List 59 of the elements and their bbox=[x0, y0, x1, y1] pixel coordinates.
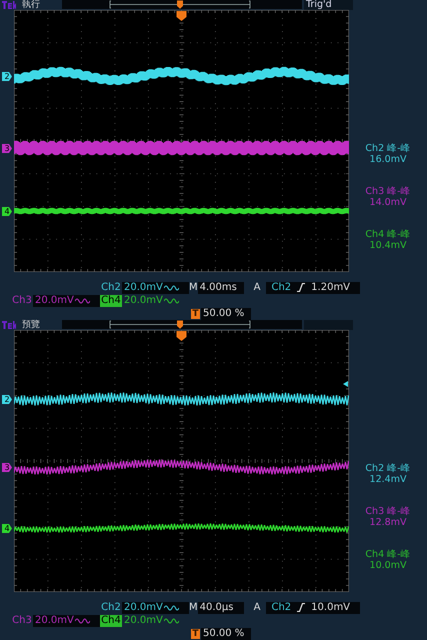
measurement-label: Ch4 峰-峰 bbox=[365, 229, 411, 240]
channel-label[interactable]: Ch4 bbox=[100, 294, 122, 306]
trigger-icon: T bbox=[191, 308, 200, 318]
trigger-marker-icon bbox=[176, 11, 186, 21]
wave-icon bbox=[164, 604, 179, 611]
channel-label[interactable]: Ch4 bbox=[100, 614, 122, 626]
rising-edge-icon bbox=[297, 603, 306, 612]
trigger-marker-icon bbox=[176, 331, 186, 341]
measurement-label: Ch2 峰-峰 bbox=[365, 463, 411, 474]
channel-label[interactable]: Ch2 bbox=[100, 282, 122, 294]
measurement-label: Ch2 峰-峰 bbox=[365, 143, 411, 154]
trigger-position: 50.00 % bbox=[203, 628, 244, 640]
logo-icon bbox=[2, 0, 16, 9]
measurement-label: Ch3 峰-峰 bbox=[365, 506, 411, 517]
timebase-label: M bbox=[189, 282, 198, 294]
trigger-status-box bbox=[304, 320, 353, 330]
vertical-scale: 20.0mV bbox=[124, 282, 163, 294]
vertical-scale: 20.0mV bbox=[124, 602, 163, 614]
channel-marker[interactable]: 3 bbox=[2, 463, 12, 472]
measurement-value: 10.4mV bbox=[368, 240, 408, 251]
vertical-scale: 20.0mV bbox=[124, 294, 163, 306]
timebase-value: 40.0µs bbox=[200, 602, 234, 614]
measurement-label: Ch3 峰-峰 bbox=[365, 186, 411, 197]
vertical-scale: 20.0mV bbox=[35, 614, 74, 626]
measurement-label: Ch4 峰-峰 bbox=[365, 549, 411, 560]
wave-icon bbox=[74, 297, 90, 304]
trigger-status: Trig'd bbox=[304, 0, 353, 10]
channel-label[interactable]: Ch2 bbox=[100, 602, 122, 614]
timebase-value: 4.00ms bbox=[200, 282, 237, 294]
wave-icon bbox=[164, 617, 179, 624]
measurement-value: 10.0mV bbox=[368, 560, 408, 571]
channel-marker[interactable]: 2 bbox=[2, 395, 12, 404]
measurement-value: 16.0mV bbox=[368, 154, 408, 165]
channel-marker[interactable]: 3 bbox=[2, 144, 12, 153]
channel-marker[interactable]: 4 bbox=[2, 524, 12, 533]
wave-icon bbox=[164, 284, 179, 291]
trigger-icon: T bbox=[191, 628, 200, 638]
channel-marker[interactable]: 4 bbox=[2, 207, 12, 216]
channel-marker[interactable]: 2 bbox=[2, 72, 12, 81]
trigger-position-icon bbox=[177, 0, 183, 9]
measurement-value: 14.0mV bbox=[368, 197, 408, 208]
measurement-value: 12.8mV bbox=[368, 517, 408, 528]
vertical-scale: 20.0mV bbox=[124, 614, 163, 626]
trigger-mode: A bbox=[254, 282, 260, 294]
run-status: 預覽 bbox=[21, 320, 41, 330]
vertical-scale: 20.0mV bbox=[35, 294, 74, 306]
measurement-value: 12.4mV bbox=[368, 474, 408, 485]
trigger-position-icon bbox=[177, 320, 183, 329]
trigger-level: 10.0mV bbox=[311, 602, 350, 614]
wave-icon bbox=[74, 617, 90, 624]
trigger-source: Ch2 bbox=[271, 282, 292, 294]
timebase-label: M bbox=[189, 602, 198, 614]
trigger-mode: A bbox=[254, 602, 260, 614]
trigger-level: 1.20mV bbox=[311, 282, 350, 294]
rising-edge-icon bbox=[297, 283, 306, 292]
wave-icon bbox=[164, 297, 179, 304]
trigger-source: Ch2 bbox=[271, 602, 292, 614]
logo-icon bbox=[2, 320, 16, 329]
trigger-position: 50.00 % bbox=[203, 308, 244, 320]
